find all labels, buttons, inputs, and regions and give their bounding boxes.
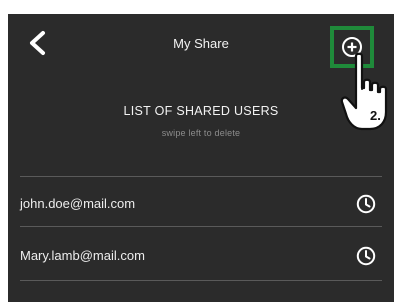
section-title: LIST OF SHARED USERS xyxy=(123,104,279,118)
list-item[interactable]: Mary.lamb@mail.com xyxy=(8,234,394,278)
swipe-hint: swipe left to delete xyxy=(161,128,241,138)
user-email: john.doe@mail.com xyxy=(20,196,136,211)
divider xyxy=(20,176,382,177)
pointing-hand-icon: 2. xyxy=(340,52,388,131)
divider xyxy=(20,280,382,281)
screen: My Share LIST OF SHARED USERS swipe left… xyxy=(0,0,404,302)
app-screen: My Share LIST OF SHARED USERS swipe left… xyxy=(8,14,394,302)
clock-icon[interactable] xyxy=(356,194,376,214)
user-email: Mary.lamb@mail.com xyxy=(20,248,145,263)
list-item[interactable]: john.doe@mail.com xyxy=(8,182,394,226)
divider xyxy=(20,226,382,227)
nav-bar: My Share xyxy=(8,14,394,74)
clock-icon[interactable] xyxy=(356,246,376,266)
step-label: 2. xyxy=(370,108,381,123)
